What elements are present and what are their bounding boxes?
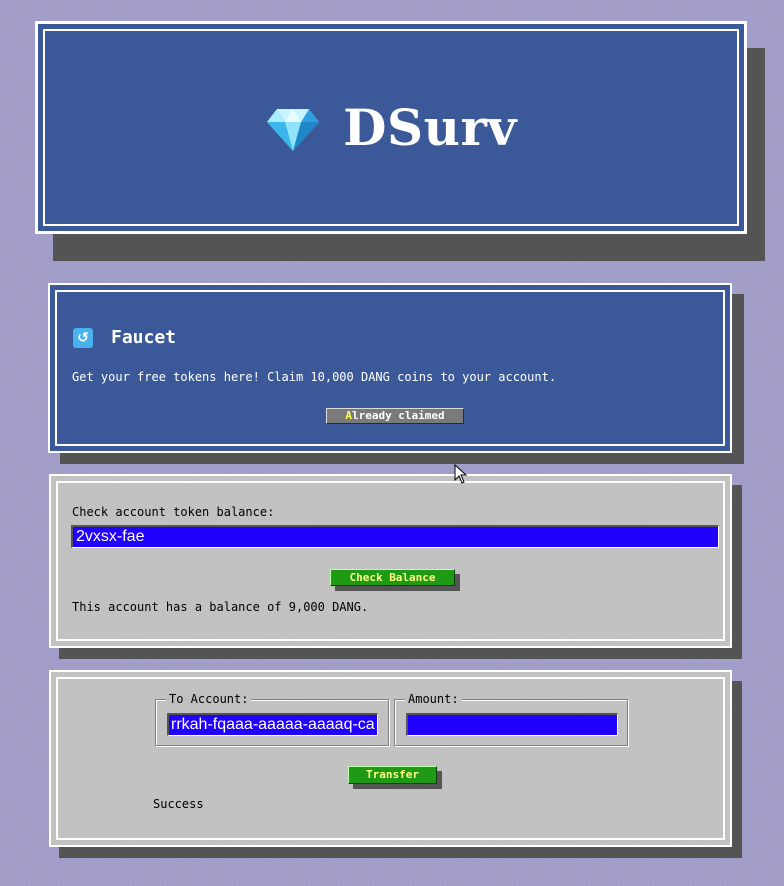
diamond-icon	[267, 108, 320, 151]
balance-inner-border: Check account token balance: Check Balan…	[56, 481, 725, 641]
account-id-input[interactable]	[71, 525, 719, 548]
faucet-title: Faucet	[111, 327, 177, 348]
claimed-button-access-key: A	[345, 409, 352, 422]
faucet-description: Get your free tokens here! Claim 10,000 …	[72, 370, 557, 384]
balance-panel: Check account token balance: Check Balan…	[49, 474, 732, 648]
to-account-fieldset: To Account:	[155, 692, 389, 746]
site-header: DSurv	[35, 21, 747, 234]
transfer-button[interactable]: Transfer	[348, 766, 437, 784]
to-account-input[interactable]	[167, 713, 378, 736]
transfer-inner-border: To Account: Amount: Transfer Success	[56, 677, 725, 840]
faucet-inner-border: ↺ Faucet Get your free tokens here! Clai…	[55, 290, 725, 446]
site-title: DSurv	[343, 98, 517, 157]
transfer-status-text: Success	[153, 797, 204, 811]
balance-label: Check account token balance:	[72, 505, 275, 519]
claimed-button-label: lready claimed	[351, 409, 445, 422]
faucet-panel: ↺ Faucet Get your free tokens here! Clai…	[48, 283, 732, 453]
amount-fieldset: Amount:	[394, 692, 628, 746]
amount-label: Amount:	[405, 692, 462, 706]
amount-input[interactable]	[406, 713, 618, 736]
check-balance-button[interactable]: Check Balance	[330, 569, 455, 586]
to-account-label: To Account:	[166, 692, 252, 706]
mouse-cursor-icon	[454, 464, 468, 484]
already-claimed-button[interactable]: Already claimed	[326, 408, 464, 424]
faucet-icon: ↺	[73, 327, 93, 348]
transfer-panel: To Account: Amount: Transfer Success	[49, 670, 732, 847]
header-inner-border: DSurv	[43, 29, 739, 226]
faucet-title-row: ↺ Faucet	[73, 327, 176, 348]
balance-result-text: This account has a balance of 9,000 DANG…	[72, 600, 369, 614]
